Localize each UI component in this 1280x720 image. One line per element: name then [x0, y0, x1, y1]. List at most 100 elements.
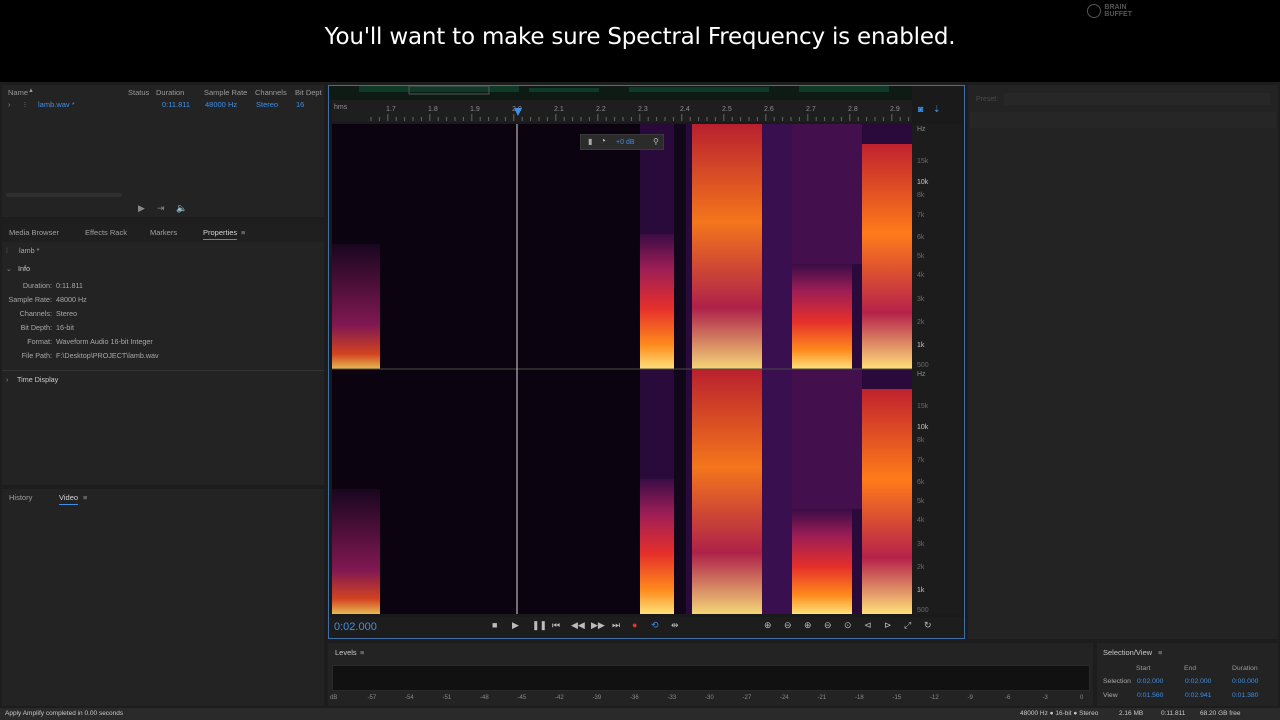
files-col-duration[interactable]: Duration: [156, 88, 184, 97]
zoom-out-amplitude-icon[interactable]: ⊖: [784, 620, 792, 631]
sv-header-end: End: [1184, 665, 1197, 672]
insert-icon[interactable]: ⇥: [157, 203, 165, 214]
levels-scale-label: -39: [592, 695, 602, 701]
info-header[interactable]: Info: [18, 264, 30, 273]
hz-tick-label: 6k: [917, 478, 925, 486]
fast-forward-icon[interactable]: ▶▶: [591, 620, 605, 631]
files-col-bit-depth[interactable]: Bit Dept: [295, 88, 322, 97]
hz-tick-label: 7k: [917, 457, 925, 464]
record-icon[interactable]: ●: [632, 620, 637, 630]
time-display-expand-icon[interactable]: ›: [6, 375, 8, 384]
zoom-in-amplitude-icon[interactable]: ⊕: [764, 620, 772, 631]
sv-selection-start[interactable]: 0:02.000: [1137, 678, 1163, 685]
panel-menu-icon[interactable]: ≡: [241, 228, 245, 237]
volume-knob-icon[interactable]: ◔: [600, 136, 606, 147]
hz-tick-label: 1k: [917, 587, 925, 595]
time-ruler[interactable]: 1.7 1.8 1.9 2.0 2.1 2.2 2.3 2.4 2.5 2.6 2.7 2.8 2.9: [332, 100, 912, 122]
files-col-name[interactable]: Name: [8, 88, 28, 97]
tab-history[interactable]: History: [9, 493, 32, 502]
properties-panel: [2, 242, 324, 485]
overview-waveform: [359, 85, 889, 95]
loop-icon[interactable]: ⟲: [651, 620, 659, 631]
zoom-full-icon[interactable]: ⤢: [904, 620, 911, 631]
hud-pin-icon[interactable]: ⚲: [653, 137, 659, 146]
pause-icon[interactable]: ❚❚: [532, 620, 547, 631]
status-message: Apply Amplify completed in 0.00 seconds: [5, 710, 124, 717]
tab-effects-rack[interactable]: Effects Rack: [85, 228, 127, 237]
brand-logo-line1: BRAIN: [1104, 4, 1127, 11]
video-panel-menu-icon[interactable]: ≡: [83, 493, 87, 502]
zoom-in-left-icon[interactable]: ⊲: [864, 620, 872, 631]
info-row-duration: Duration: 0:11.811: [22, 281, 83, 290]
levels-scale-label: -42: [555, 695, 564, 701]
levels-menu-icon[interactable]: ≡: [360, 648, 364, 657]
status-size: 2.16 MB: [1119, 710, 1144, 717]
hz-tick-label: 15k: [917, 158, 929, 166]
effects-panel: [968, 85, 1278, 639]
hz-tick-label: 6k: [917, 233, 925, 241]
info-collapse-icon[interactable]: ⌄: [6, 264, 12, 273]
sv-header-duration: Duration: [1232, 665, 1258, 672]
hz-tick-label: 500: [917, 361, 929, 369]
selection-view-menu-icon[interactable]: ≡: [1158, 648, 1162, 657]
speaker-icon[interactable]: 🔈: [176, 203, 187, 214]
channel-left: [332, 124, 912, 369]
play-icon[interactable]: ▶: [512, 620, 519, 631]
preset-dropdown[interactable]: [1004, 93, 1270, 105]
pin-icon[interactable]: ⇣: [933, 104, 941, 115]
overview-bar[interactable]: [329, 85, 912, 100]
tab-media-browser[interactable]: Media Browser: [9, 228, 59, 237]
ruler-tick-label: 2.4: [680, 106, 690, 113]
zoom-in-time-icon[interactable]: ⊕: [804, 620, 812, 631]
channel-right: [332, 369, 912, 614]
sv-view-duration[interactable]: 0:01.380: [1232, 692, 1258, 699]
rewind-icon[interactable]: ◀◀: [571, 620, 585, 631]
levels-scale-label: -12: [930, 695, 939, 701]
levels-scale-label: -33: [667, 695, 677, 701]
stop-icon[interactable]: ■: [492, 620, 497, 630]
time-display-header[interactable]: Time Display: [17, 375, 58, 384]
hz-tick-label: 5k: [917, 252, 925, 260]
hz-tick-label: 8k: [917, 192, 925, 199]
hud-gain-value[interactable]: +0 dB: [616, 139, 635, 146]
hz-unit-top: Hz: [917, 126, 926, 133]
zoom-out-time-icon[interactable]: ⊖: [824, 620, 832, 631]
zoom-in-right-icon[interactable]: ⊳: [884, 620, 892, 631]
sv-view-start[interactable]: 0:01.560: [1137, 692, 1163, 699]
ruler-tick-label: 2.1: [554, 106, 564, 113]
status-duration: 0:11.811: [1161, 710, 1186, 717]
preset-label: Preset:: [976, 96, 999, 103]
status-free-space: 68.20 GB free: [1200, 710, 1241, 717]
zoom-selection-icon[interactable]: ⊙: [844, 620, 852, 631]
file-row-name[interactable]: lamb.wav *: [38, 100, 75, 109]
tab-properties[interactable]: Properties: [203, 228, 238, 240]
levels-scale-label: dB: [330, 695, 338, 701]
zoom-reset-icon[interactable]: ↻: [924, 620, 932, 631]
playhead-marker-icon[interactable]: [514, 108, 522, 116]
headphone-icon[interactable]: ◙: [918, 104, 923, 114]
current-time[interactable]: 0:02.000: [334, 621, 377, 633]
play-preview-icon[interactable]: ▶: [138, 203, 145, 214]
sv-view-end[interactable]: 0:02.941: [1185, 692, 1211, 699]
levels-scale-label: -6: [1005, 695, 1011, 701]
files-col-status[interactable]: Status: [128, 88, 149, 97]
sv-selection-duration[interactable]: 0:00.000: [1232, 678, 1258, 685]
status-format: 48000 Hz ● 16-bit ● Stereo: [1020, 710, 1099, 717]
skip-end-icon[interactable]: ⏭: [612, 620, 620, 631]
expand-chevron-icon[interactable]: ›: [8, 100, 11, 109]
tab-markers[interactable]: Markers: [150, 228, 177, 237]
spectral-frequency-display[interactable]: [332, 124, 912, 614]
file-row-sample-rate: 48000 Hz: [205, 100, 238, 109]
sv-row-view-label: View: [1103, 692, 1118, 699]
files-col-channels[interactable]: Channels: [255, 88, 287, 97]
history-video-panel: [2, 489, 324, 706]
ruler-tick-label: 2.9: [890, 106, 900, 113]
tab-video[interactable]: Video: [59, 493, 79, 505]
sv-header-start: Start: [1136, 665, 1151, 672]
skip-selection-icon[interactable]: ⇹: [671, 620, 679, 631]
sv-selection-end[interactable]: 0:02.000: [1185, 678, 1211, 685]
skip-start-icon[interactable]: ⏮: [552, 620, 560, 631]
files-scrollbar[interactable]: [6, 193, 122, 197]
file-row-bit-depth: 16: [296, 100, 305, 109]
files-col-sample-rate[interactable]: Sample Rate: [204, 88, 247, 97]
